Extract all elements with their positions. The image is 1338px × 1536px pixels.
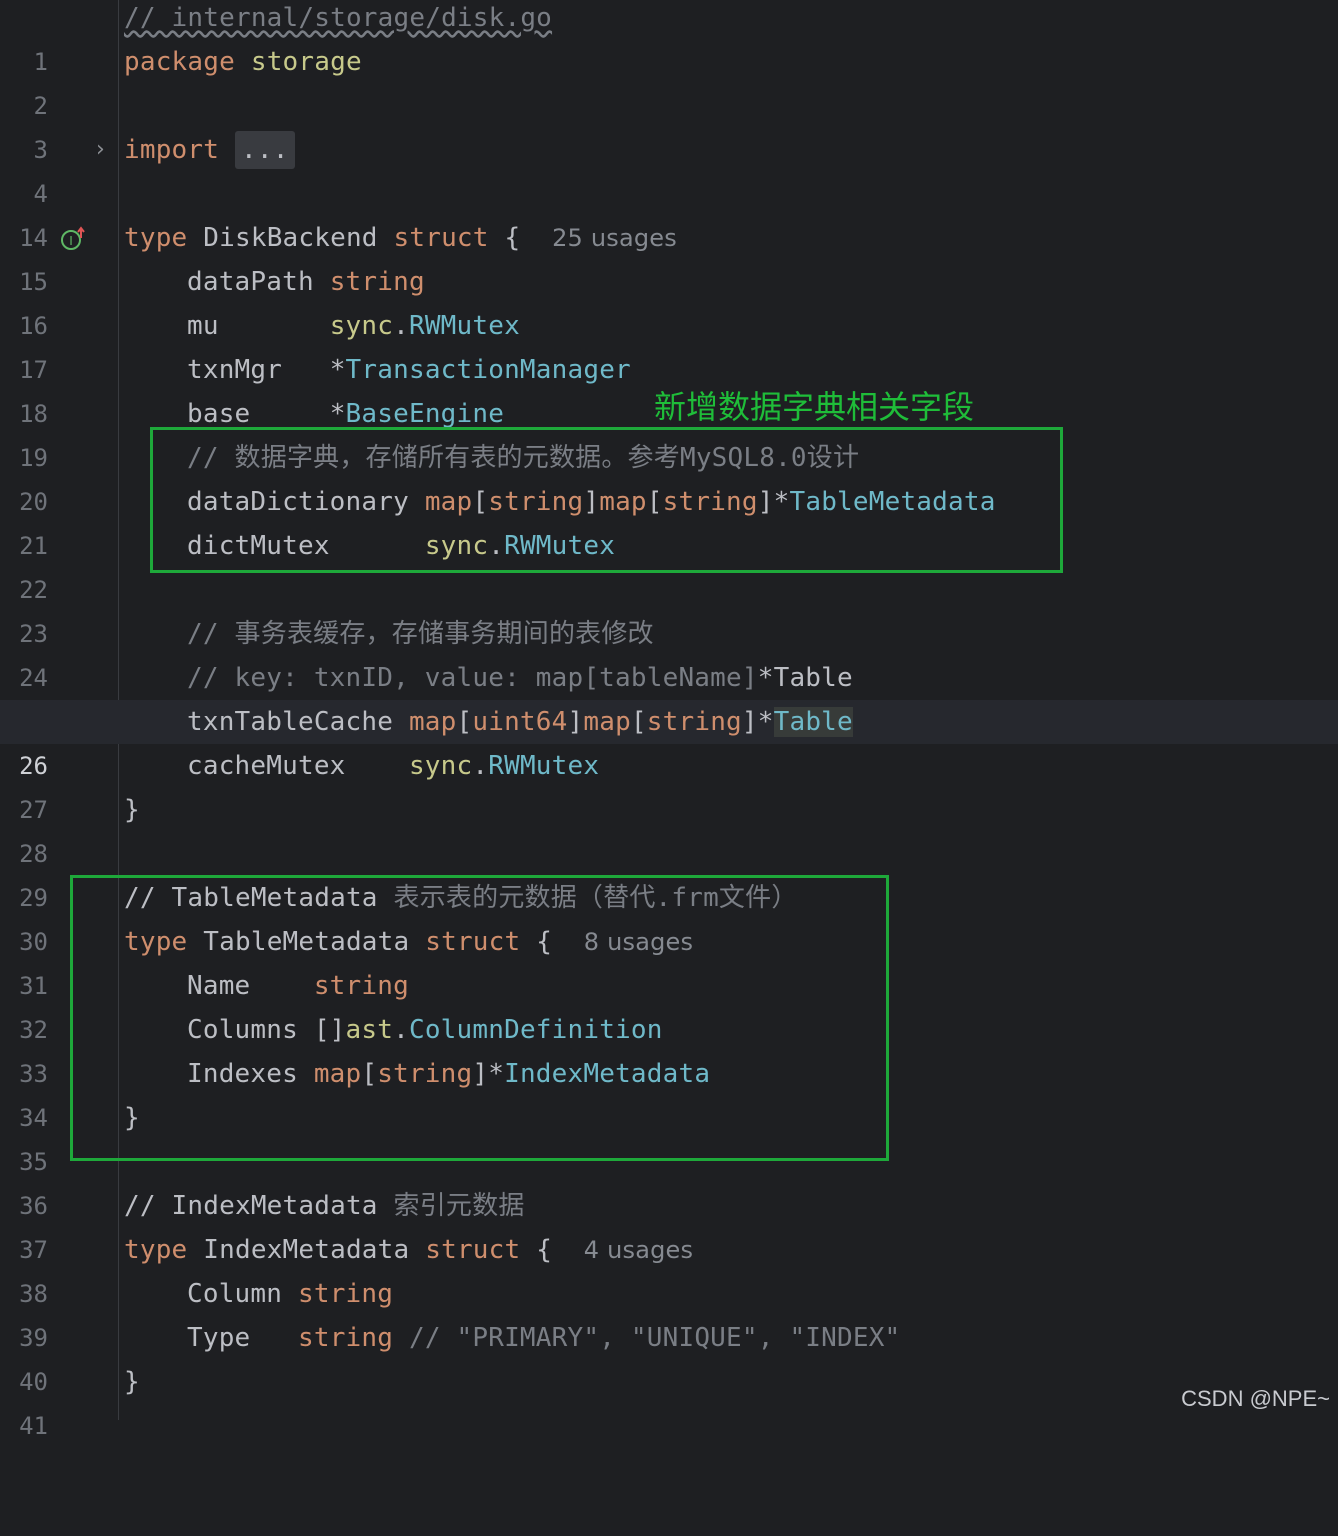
code-line[interactable]: 39 Column string (0, 1272, 1338, 1352)
code-line[interactable]: 15 I type DiskBackend struct { 25 usages (0, 216, 1338, 296)
code-line[interactable]: 25 // key: txnID, value: map[tableName]*… (0, 656, 1338, 736)
code-text: type DiskBackend struct { 25 usages (124, 223, 677, 253)
code-line[interactable]: 4 › import ... (0, 128, 1338, 208)
code-text: Type string // "PRIMARY", "UNIQUE", "IND… (187, 1323, 901, 1353)
comment: // key: txnID, value: map[tableName]*Tab… (187, 663, 853, 693)
code-text: mu sync.RWMutex (187, 311, 520, 341)
code-line[interactable]: 2 package storage (0, 40, 1338, 120)
code-line[interactable]: 29 (0, 832, 1338, 912)
chevron-right-icon[interactable]: › (96, 128, 105, 172)
code-line[interactable]: 28 } (0, 788, 1338, 868)
comment: // 事务表缓存，存储事务期间的表修改 (187, 619, 654, 649)
highlight-box-table-metadata (70, 875, 889, 1161)
svg-text:I: I (69, 234, 73, 248)
watermark: CSDN @NPE~ (1181, 1386, 1330, 1411)
code-text: cacheMutex sync.RWMutex (187, 751, 600, 781)
code-text: dataPath string (187, 267, 425, 297)
code-text: package storage (124, 47, 362, 77)
code-line[interactable]: 40 Type string // "PRIMARY", "UNIQUE", "… (0, 1316, 1338, 1396)
code-line[interactable]: 14 (0, 172, 1338, 252)
code-line[interactable]: 17 mu sync.RWMutex (0, 304, 1338, 384)
code-text: Column string (187, 1279, 394, 1309)
code-line[interactable]: 24 // 事务表缓存，存储事务期间的表修改 (0, 612, 1338, 692)
annotation-label: 新增数据字典相关字段 (654, 388, 975, 426)
code-text: type IndexMetadata struct { 4 usages (124, 1235, 694, 1265)
comment: // IndexMetadata 索引元数据 (124, 1191, 525, 1221)
line-number: 41 (19, 1412, 48, 1440)
code-text: } (124, 795, 140, 825)
code-line[interactable]: 41 } (0, 1360, 1338, 1440)
code-line[interactable]: 27 cacheMutex sync.RWMutex (0, 744, 1338, 824)
code-text: } (124, 1367, 140, 1397)
code-line[interactable]: 1 // internal/storage/disk.go (0, 0, 1338, 76)
folded-region[interactable]: ... (234, 131, 295, 169)
code-line[interactable]: 3 (0, 84, 1338, 164)
code-line[interactable]: 37 // IndexMetadata 索引元数据 (0, 1184, 1338, 1264)
code-line[interactable]: 16 dataPath string (0, 260, 1338, 340)
code-text: txnTableCache map[uint64]map[string]*Tab… (187, 707, 853, 737)
usages-hint[interactable]: 4 usages (584, 1236, 693, 1264)
code-line[interactable]: 38 type IndexMetadata struct { 4 usages (0, 1228, 1338, 1308)
code-line-current[interactable]: 26 txnTableCache map[uint64]map[string]*… (0, 700, 1338, 780)
usages-hint[interactable]: 25 usages (552, 224, 677, 252)
code-line[interactable]: 23 (0, 568, 1338, 648)
comment: // internal/storage/disk.go (124, 3, 553, 33)
implemented-interface-icon[interactable]: I (60, 226, 86, 252)
code-text: import ... (124, 128, 295, 172)
code-text: txnMgr *TransactionManager (187, 355, 631, 385)
code-editor[interactable]: 1 // internal/storage/disk.go 2 package … (0, 0, 1338, 1440)
highlight-box-data-dictionary (150, 427, 1063, 573)
